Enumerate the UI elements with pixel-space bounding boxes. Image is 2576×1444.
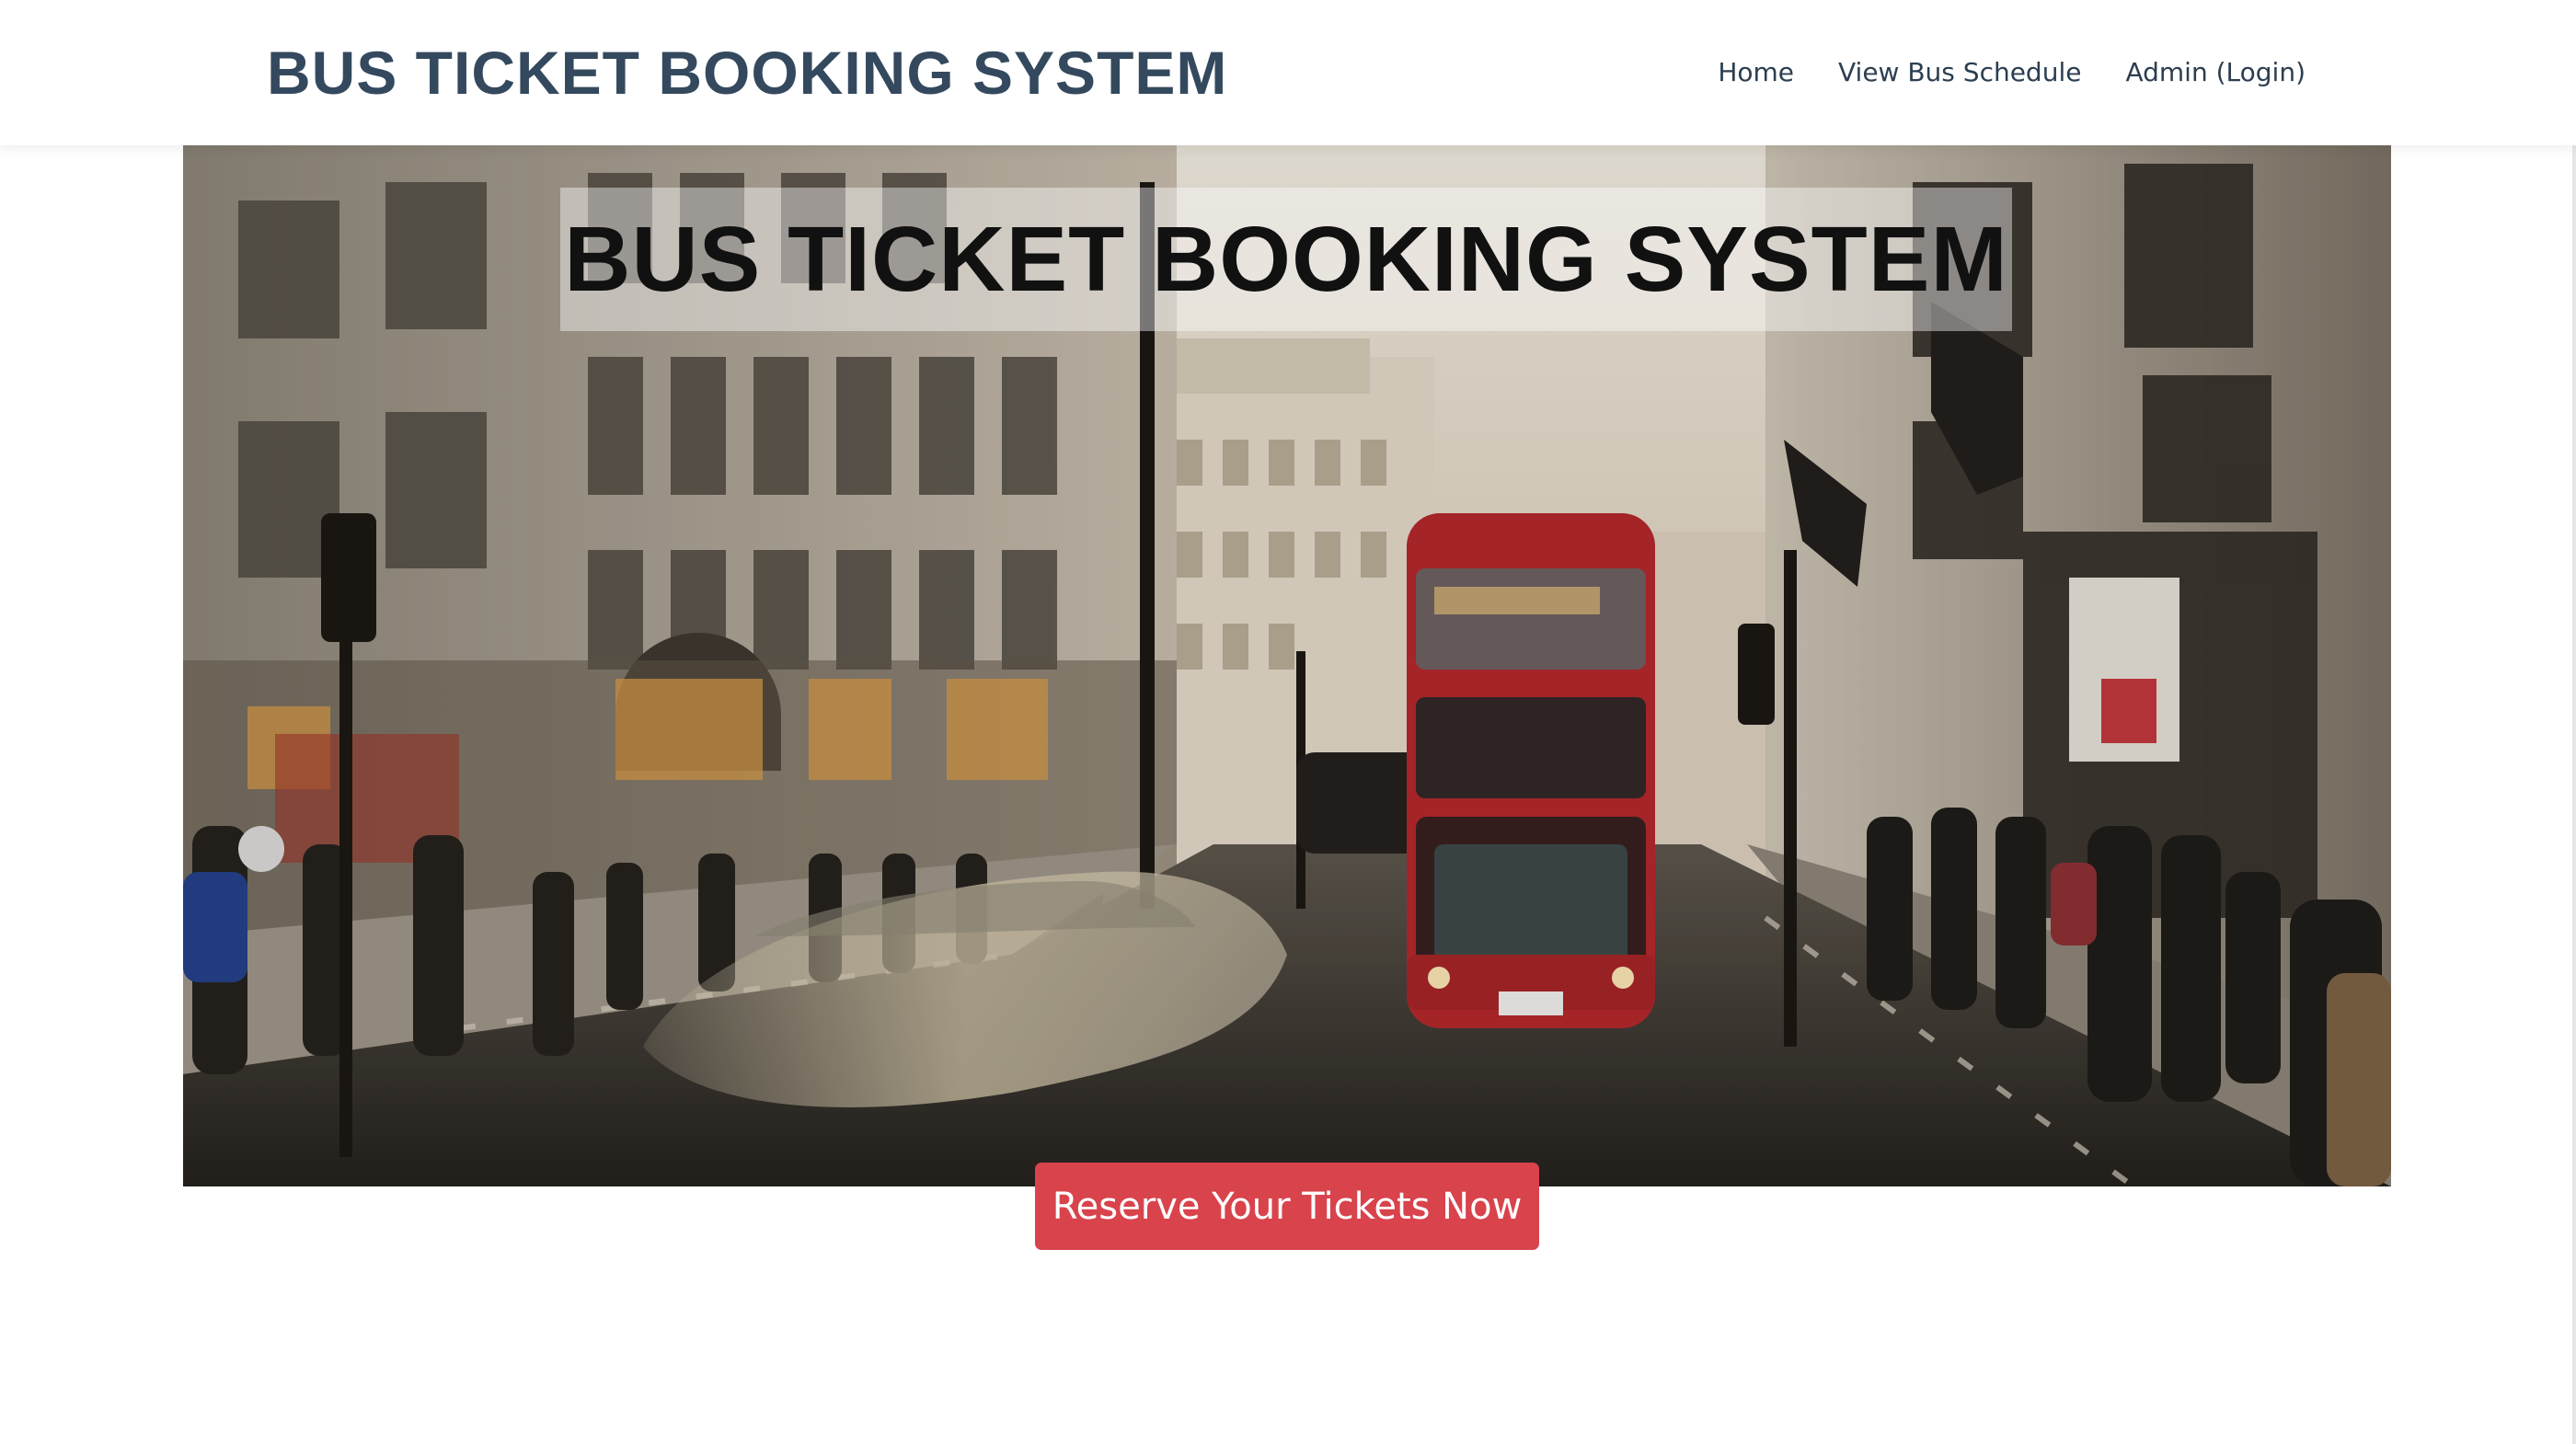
hero-title: BUS TICKET BOOKING SYSTEM: [564, 207, 2008, 311]
reserve-tickets-button[interactable]: Reserve Your Tickets Now: [1035, 1163, 1539, 1250]
nav-link-home[interactable]: Home: [1718, 57, 1794, 87]
nav-links: Home View Bus Schedule Admin (Login): [1718, 46, 2306, 97]
hero-banner: BUS TICKET BOOKING SYSTEM: [183, 145, 2391, 1186]
scrollbar-track[interactable]: [2572, 0, 2576, 1444]
hero-title-box: BUS TICKET BOOKING SYSTEM: [560, 188, 2012, 331]
nav-link-admin-login[interactable]: Admin (Login): [2125, 57, 2306, 87]
navbar: BUS TICKET BOOKING SYSTEM Home View Bus …: [0, 0, 2576, 145]
nav-link-view-bus-schedule[interactable]: View Bus Schedule: [1838, 57, 2081, 87]
brand-title[interactable]: BUS TICKET BOOKING SYSTEM: [267, 31, 1227, 114]
